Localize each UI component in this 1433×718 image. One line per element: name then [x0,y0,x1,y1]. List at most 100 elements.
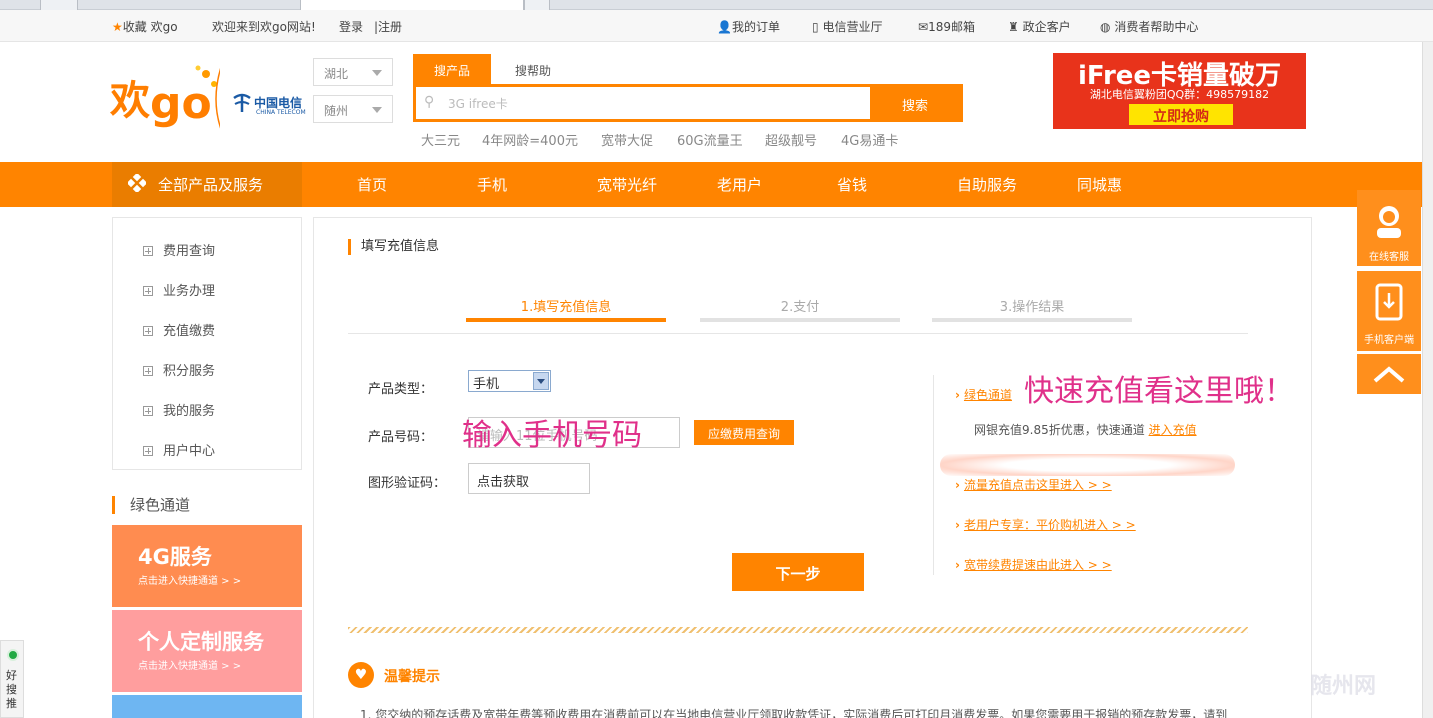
card-third-service[interactable] [112,695,302,718]
mail-link[interactable]: ✉189邮箱 [918,18,975,35]
browser-tab-active[interactable] [300,0,524,10]
enter-recharge-link[interactable]: 进入充值 [1149,423,1197,437]
annotation-input-phone: 输入手机号码 [462,418,642,453]
gov-link[interactable]: ♜ 政企客户 [1008,18,1071,35]
old-user-phone-link[interactable]: › 老用户专享：平价购机进入 > > [955,516,1136,533]
browser-tab[interactable] [40,0,78,10]
online-service-button[interactable]: 在线客服 [1357,190,1421,266]
nav-self-service[interactable]: 自助服务 [957,174,1017,195]
sidebar-item-points[interactable]: 积分服务 [143,360,215,379]
status-dot-icon [7,649,19,661]
register-link[interactable]: |注册 [374,18,402,35]
login-link[interactable]: 登录 [339,18,363,35]
green-channel-link[interactable]: › 绿色通道 [955,386,1012,403]
notice-text: 1. 您交纳的预存话费及宽带年费等预收费用在消费前可以在当地电信营业厅领取收款凭… [360,708,1228,718]
star-icon: ★ [112,20,123,34]
sidebar-item-business[interactable]: 业务办理 [143,280,215,299]
building-icon: ♜ [1008,20,1019,34]
redacted-area [940,454,1235,476]
nav-phone[interactable]: 手机 [477,174,507,195]
arrow-right-icon: › [955,388,960,402]
arrow-right-icon: › [955,518,960,532]
help-link[interactable]: ◍ 消费者帮助中心 [1100,18,1198,35]
step-1-bar [466,318,666,322]
browser-tab[interactable] [524,0,550,10]
city-select[interactable]: 随州 [313,95,393,123]
chevron-up-icon [1373,366,1405,383]
plus-icon [143,406,153,416]
product-type-label: 产品类型： [368,382,434,397]
sidebar-item-user-center[interactable]: 用户中心 [143,440,215,459]
phone-icon: ▯ [812,20,819,34]
huango-logo-icon: 欢 go [109,63,223,133]
nav-old-user[interactable]: 老用户 [717,174,762,195]
sidebar-item-my-service[interactable]: 我的服务 [143,400,215,419]
welcome-text: 欢迎来到欢go网站! [212,20,316,34]
watermark: 随州网 [1310,674,1377,699]
plus-icon [143,246,153,256]
arrow-right-icon: › [955,478,960,492]
divider [348,333,1248,334]
hot-keyword[interactable]: 大三元 [421,130,460,149]
tab-search-help[interactable]: 搜帮助 [497,54,569,84]
captcha-input[interactable]: 点击获取 [468,463,590,494]
ad-subtitle: 湖北电信翼粉团QQ群：498579182 [1089,88,1270,101]
agent-icon [1377,206,1401,238]
site-logo[interactable]: 欢 go [109,60,223,140]
plus-icon [143,326,153,336]
mobile-icon [1375,283,1403,321]
my-orders-link[interactable]: 👤我的订单 [717,18,780,35]
search-box: ⚲ 3G ifree卡 搜索 [413,84,963,122]
ad-cta-button[interactable]: 立即抢购 [1129,104,1233,125]
product-type-select[interactable]: 手机 [468,370,551,392]
step-3: 3.操作结果 [999,300,1065,315]
chevron-down-icon [372,70,382,76]
ifree-ad-banner[interactable]: iFree卡销量破万 湖北电信翼粉团QQ群：498579182 立即抢购 [1053,53,1306,129]
favorite-link[interactable]: ★收藏 欢go [112,18,178,35]
nav-broadband[interactable]: 宽带光纤 [597,174,657,195]
svg-text:go: go [150,78,212,129]
hall-link[interactable]: ▯ 电信营业厅 [812,18,882,35]
search-input[interactable]: 3G ifree卡 [448,95,508,112]
bank-recharge-desc: 网银充值9.85折优惠，快速通道 进入充值 [974,423,1197,437]
chevron-down-icon [372,107,382,113]
hot-keyword[interactable]: 4年网龄=400元 [482,130,578,149]
nav-save[interactable]: 省钱 [837,174,867,195]
hot-keyword[interactable]: 宽带大促 [601,130,653,149]
plus-icon [143,366,153,376]
captcha-label: 图形验证码： [368,476,447,491]
product-number-label: 产品号码： [368,430,434,445]
card-4g-service[interactable]: 4G服务 点击进入快捷通道 > > [112,525,302,607]
user-icon: 👤 [717,20,732,34]
back-to-top-button[interactable] [1357,354,1421,394]
top-bar: ★收藏 欢go 欢迎来到欢go网站! 登录 |注册 👤我的订单 ▯ 电信营业厅 … [0,10,1433,42]
vertical-divider [933,375,934,575]
nav-local-deals[interactable]: 同城惠 [1077,174,1122,195]
data-recharge-link[interactable]: › 流量充值点击这里进入 > > [955,476,1112,493]
mail-icon: ✉ [918,20,929,34]
card-custom-service[interactable]: 个人定制服务 点击进入快捷通道 > > [112,610,302,692]
fee-query-button[interactable]: 应缴费用查询 [694,420,794,445]
nav-home[interactable]: 首页 [357,174,387,195]
hot-keyword[interactable]: 超级靓号 [765,130,817,149]
green-channel-title: 绿色通道 [112,496,190,514]
search-icon: ⚲ [424,94,435,110]
hot-keyword[interactable]: 4G易通卡 [841,130,898,149]
broadband-renew-link[interactable]: › 宽带续费提速由此进入 > > [955,556,1112,573]
haosou-widget[interactable]: 好搜推 [0,640,24,718]
vertical-scrollbar[interactable] [1422,42,1433,718]
province-select[interactable]: 湖北 [313,58,393,86]
sidebar-item-recharge[interactable]: 充值缴费 [143,320,215,339]
chevron-down-icon [533,372,549,390]
tab-search-product[interactable]: 搜产品 [413,54,491,84]
dashed-divider [348,627,1248,633]
step-2: 2.支付 [780,300,820,315]
all-products-menu[interactable]: 全部产品及服务 [112,162,302,207]
sidebar-item-fee-query[interactable]: 费用查询 [143,240,215,259]
search-button[interactable]: 搜索 [870,87,960,119]
carrier-name-en: CHINA TELECOM [256,109,306,116]
next-step-button[interactable]: 下一步 [732,553,864,591]
step-3-bar [932,318,1132,322]
mobile-client-button[interactable]: 手机客户端 [1357,271,1421,351]
hot-keyword[interactable]: 60G流量王 [677,130,743,149]
